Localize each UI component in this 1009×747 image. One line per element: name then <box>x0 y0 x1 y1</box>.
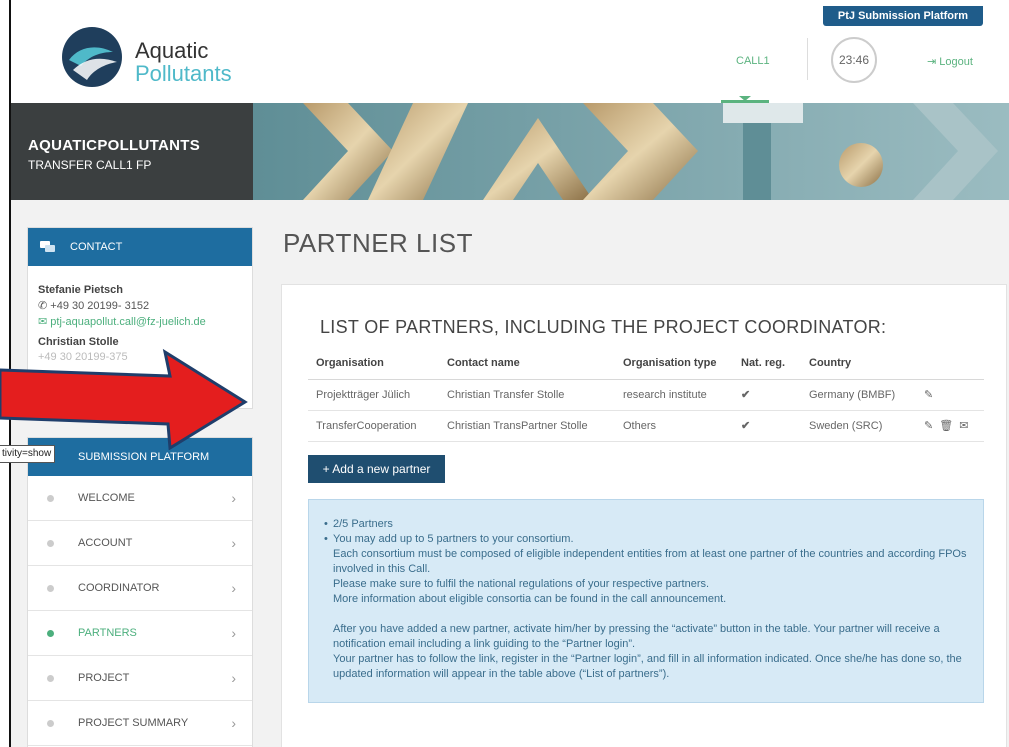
info-max-partners: You may add up to 5 partners to your con… <box>323 532 969 547</box>
edit-icon[interactable]: ✎ <box>924 420 933 432</box>
row-actions: ✎ <box>916 379 984 411</box>
status-dot <box>47 585 54 592</box>
mail-icon[interactable]: ✉ <box>959 420 968 432</box>
cell-type: research institute <box>615 379 733 411</box>
status-dot <box>47 495 54 502</box>
call-link[interactable]: CALL1 <box>736 55 770 67</box>
section-title: LIST OF PARTNERS, INCLUDING THE PROJECT … <box>320 317 887 337</box>
logo-text-aquatic: Aquatic <box>135 38 209 63</box>
edit-icon[interactable]: ✎ <box>924 389 933 401</box>
cell-type: Others <box>615 410 733 442</box>
logout-link[interactable]: ⇥ Logout <box>927 55 973 68</box>
aquatic-pollutants-logo[interactable]: Aquatic Pollutants <box>61 22 261 92</box>
natreg-check-icon: ✔ <box>733 410 801 442</box>
table-header-row: Organisation Contact name Organisation t… <box>308 347 984 380</box>
contact-phone-1-text: +49 30 20199- 3152 <box>50 300 150 312</box>
url-tooltip: tivity=show <box>0 445 56 463</box>
logo-wave-icon <box>62 27 122 87</box>
natreg-check-icon: ✔ <box>733 379 801 411</box>
phone-icon: ✆ <box>38 300 48 312</box>
submission-nav: SUBMISSION PLATFORM WELCOME › ACCOUNT › … <box>27 437 253 747</box>
logout-label: Logout <box>939 56 973 68</box>
status-dot <box>47 630 54 637</box>
contact-phone-1[interactable]: ✆ +49 30 20199- 3152 <box>38 299 252 312</box>
delete-icon[interactable]: 🗑 <box>939 420 953 432</box>
column-header-actions <box>916 347 984 380</box>
header-divider <box>807 38 808 80</box>
table-row: TransferCooperation Christian TransPartn… <box>308 410 984 442</box>
add-partner-button[interactable]: + Add a new partner <box>308 455 445 483</box>
contact-heading: CONTACT <box>70 241 123 253</box>
chevron-right-icon: › <box>231 490 236 506</box>
column-header-country: Country <box>801 347 916 380</box>
cell-contact: Christian Transfer Stolle <box>439 379 615 411</box>
status-dot <box>47 675 54 682</box>
nav-item-label: PROJECT <box>78 672 130 684</box>
partners-table: Organisation Contact name Organisation t… <box>308 347 984 442</box>
nav-item-label: PROJECT SUMMARY <box>78 717 189 729</box>
active-call-indicator <box>721 96 769 103</box>
column-header-natreg: Nat. reg. <box>733 347 801 380</box>
info-activate-partner: After you have added a new partner, acti… <box>333 623 940 650</box>
page-title: PARTNER LIST <box>283 228 473 258</box>
chat-bubbles-icon <box>40 241 55 252</box>
nav-item-coordinator[interactable]: COORDINATOR › <box>28 566 252 611</box>
cell-country: Sweden (SRC) <box>801 410 916 442</box>
cell-contact: Christian TransPartner Stolle <box>439 410 615 442</box>
status-dot <box>47 540 54 547</box>
partner-count: 2/5 Partners <box>323 517 969 532</box>
nav-item-account[interactable]: ACCOUNT › <box>28 521 252 566</box>
info-eligible-consortia: More information about eligible consorti… <box>333 593 727 605</box>
red-arrow-annotation <box>0 348 248 450</box>
status-dot <box>47 720 54 727</box>
logo-text-pollutants: Pollutants <box>135 61 232 86</box>
chevron-right-icon: › <box>231 625 236 641</box>
banner-subtitle: TRANSFER CALL1 FP <box>28 158 152 172</box>
nav-item-partners[interactable]: PARTNERS › <box>28 611 252 656</box>
mail-icon: ✉ <box>38 316 48 328</box>
info-partner-login: Your partner has to follow the link, reg… <box>333 653 962 680</box>
column-header-organisation: Organisation <box>308 347 439 380</box>
contact-name-1: Stefanie Pietsch <box>38 284 123 296</box>
column-header-type: Organisation type <box>615 347 733 380</box>
chevron-right-icon: › <box>231 580 236 596</box>
cell-organisation: Projektträger Jülich <box>308 379 439 411</box>
info-consortium-rule: Each consortium must be composed of elig… <box>333 548 967 575</box>
row-actions: ✎ 🗑 ✉ <box>916 410 984 442</box>
session-timer: 23:46 <box>831 37 877 83</box>
info-national-regulations: Please make sure to fulfil the national … <box>333 578 710 590</box>
column-header-contact: Contact name <box>439 347 615 380</box>
hero-banner: AQUATICPOLLUTANTS TRANSFER CALL1 FP <box>11 103 1009 200</box>
partner-info-box: 2/5 Partners You may add up to 5 partner… <box>308 499 984 703</box>
table-row: Projektträger Jülich Christian Transfer … <box>308 379 984 411</box>
nav-heading: SUBMISSION PLATFORM <box>78 451 210 463</box>
contact-email-1[interactable]: ✉ ptj-aquapollut.call@fz-juelich.de <box>38 315 252 328</box>
banner-image <box>253 103 1009 200</box>
nav-item-label: ACCOUNT <box>78 537 133 549</box>
contact-email-1-text: ptj-aquapollut.call@fz-juelich.de <box>50 316 206 328</box>
nav-item-label: WELCOME <box>78 492 135 504</box>
chevron-right-icon: › <box>231 715 236 731</box>
site-header: Aquatic Pollutants PtJ Submission Platfo… <box>11 0 1009 103</box>
nav-item-project[interactable]: PROJECT › <box>28 656 252 701</box>
banner-title-box: AQUATICPOLLUTANTS TRANSFER CALL1 FP <box>11 103 253 200</box>
cell-country: Germany (BMBF) <box>801 379 916 411</box>
nav-item-label: PARTNERS <box>78 627 137 639</box>
nav-item-project-summary[interactable]: PROJECT SUMMARY › <box>28 701 252 746</box>
platform-tab[interactable]: PtJ Submission Platform <box>823 6 983 26</box>
contact-header: CONTACT <box>28 228 252 266</box>
nav-item-label: COORDINATOR <box>78 582 160 594</box>
nav-item-welcome[interactable]: WELCOME › <box>28 476 252 521</box>
cell-organisation: TransferCooperation <box>308 410 439 442</box>
chevron-right-icon: › <box>231 670 236 686</box>
chevron-right-icon: › <box>231 535 236 551</box>
banner-title: AQUATICPOLLUTANTS <box>28 137 201 154</box>
partner-list-card: LIST OF PARTNERS, INCLUDING THE PROJECT … <box>281 284 1007 747</box>
logout-icon: ⇥ <box>927 56 937 68</box>
